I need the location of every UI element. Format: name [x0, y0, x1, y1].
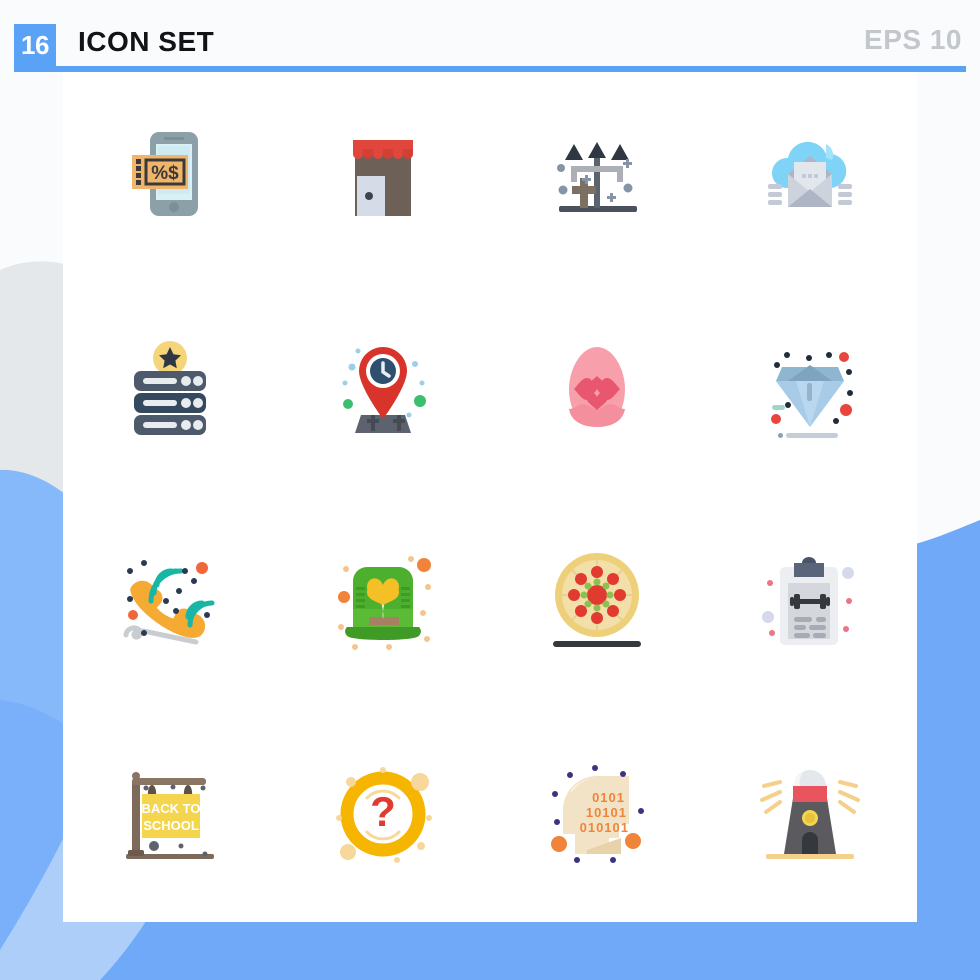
icon-cell-easter-egg-hearts[interactable]: Easter Egg With Hearts: [490, 285, 704, 498]
icon-cell-leprechaun-hat-clover[interactable]: Leprechaun Hat With Clover: [277, 497, 491, 710]
coupon-percent-dollar-text: %$: [151, 163, 179, 184]
location-clock-pin-icon: [342, 346, 427, 433]
icon-cell-back-to-school-sign[interactable]: BACK TO SCHOOL Back To School Sign: [63, 710, 277, 923]
binary-line-2: 10101: [586, 805, 627, 820]
question-mark-symbol: ?: [370, 788, 396, 835]
header: 16 ICON SET EPS 10: [0, 0, 980, 72]
icon-cell-question-mark-help[interactable]: ? Question Mark Help: [277, 710, 491, 923]
sign-line-2: SCHOOL: [143, 818, 199, 833]
icon-count-badge: 16: [14, 24, 56, 66]
page-title: ICON SET: [78, 26, 215, 57]
icon-cell-favorite-server[interactable]: Favorite Server: [63, 285, 277, 498]
back-to-school-sign-icon: BACK TO SCHOOL: [125, 771, 214, 859]
binary-line-3: 010101: [579, 820, 628, 835]
mobile-discount-coupon-icon: %$: [131, 132, 198, 217]
icon-cell-lighthouse[interactable]: Lighthouse: [704, 710, 918, 923]
icon-cell-workout-clipboard[interactable]: Workout Clipboard: [704, 497, 918, 710]
icon-cell-cloud-mail[interactable]: Cloud Mail: [704, 72, 918, 285]
cloud-mail-icon: [768, 142, 853, 208]
eps-version-label: EPS 10: [864, 24, 962, 55]
sign-line-1: BACK TO: [141, 801, 200, 816]
leprechaun-hat-clover-icon: [338, 556, 432, 651]
shop-storefront-icon: [353, 140, 414, 217]
icon-grid-card: %$ Mobile Discount Coupon: [63, 72, 917, 922]
icon-cell-location-clock-pin[interactable]: Location Pin With Clock: [277, 285, 491, 498]
icon-grid: %$ Mobile Discount Coupon: [63, 72, 917, 922]
diamond-icon: [771, 351, 854, 438]
icon-cell-diamond[interactable]: Diamond Gem: [704, 285, 918, 498]
workout-clipboard-icon: [762, 557, 855, 646]
icon-cell-shop-storefront[interactable]: Shop Storefront: [277, 72, 491, 285]
icon-cell-binary-head[interactable]: 0101 10101 010101: [490, 710, 704, 923]
question-mark-help-icon: ?: [336, 766, 433, 863]
icon-set-page: 16 ICON SET EPS 10 %$ BACK TO SCHOOL ? 0…: [0, 0, 980, 980]
binary-line-1: 0101: [592, 790, 625, 805]
icon-cell-pizza[interactable]: Pizza: [490, 497, 704, 710]
binary-head-icon: 0101 10101 010101: [550, 764, 644, 863]
graveyard-arrows-icon: [556, 142, 637, 213]
pizza-icon: [552, 553, 641, 648]
phone-ringing-icon: [123, 560, 215, 645]
icon-cell-graveyard-arrows[interactable]: Graveyard Signpost Arrows: [490, 72, 704, 285]
header-divider: [14, 66, 966, 72]
icon-cell-phone-ringing[interactable]: Phone Ringing Call: [63, 497, 277, 710]
icon-cell-mobile-discount-coupon[interactable]: %$ Mobile Discount Coupon: [63, 72, 277, 285]
easter-egg-hearts-icon: [568, 346, 625, 427]
lighthouse-icon: [760, 769, 861, 859]
favorite-server-icon: [133, 340, 206, 435]
